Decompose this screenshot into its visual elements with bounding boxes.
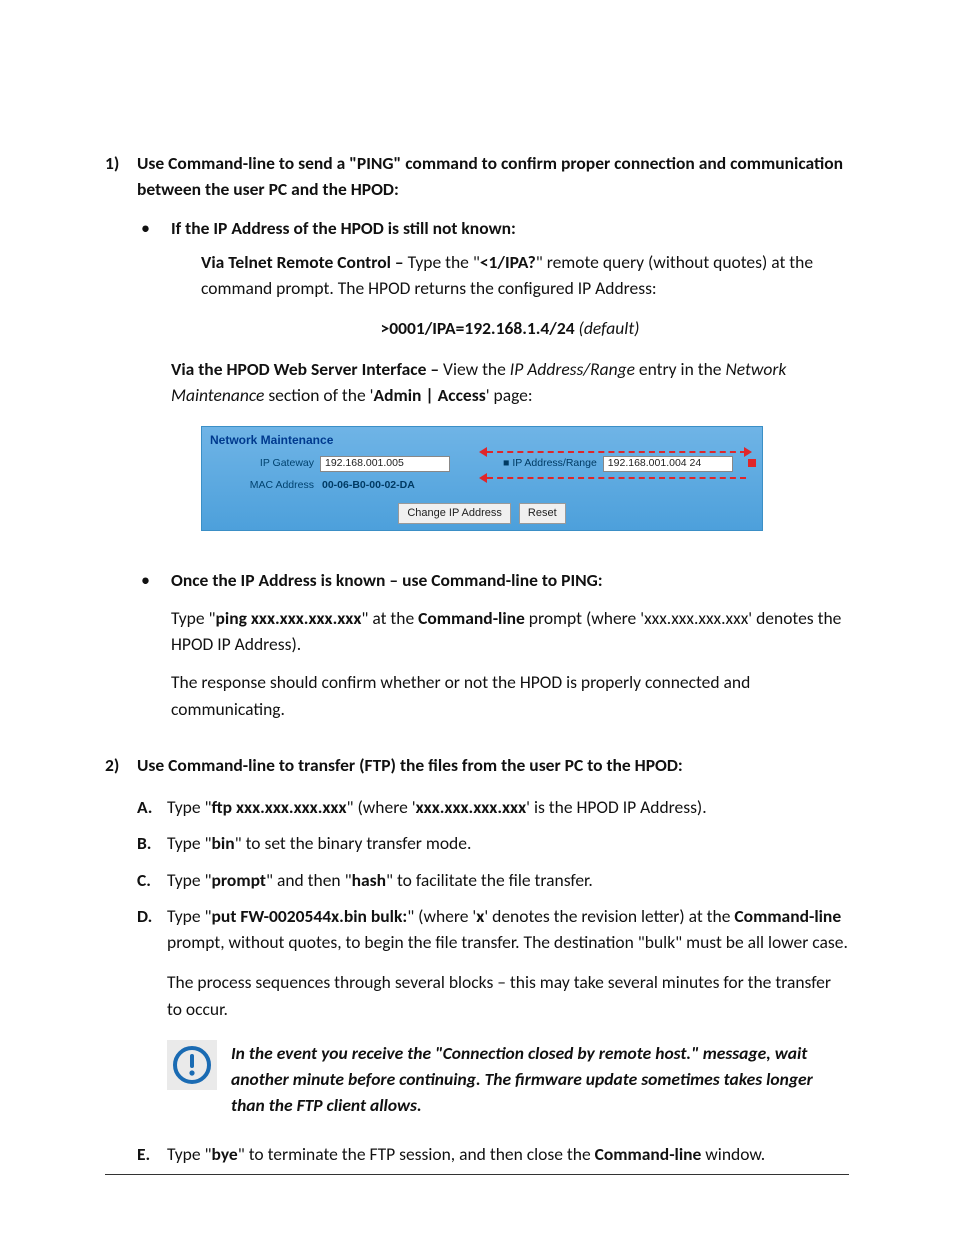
nm-ip-range-input[interactable]: 192.168.001.004 24 [603,456,733,472]
bullet-1-title: If the IP Address of the HPOD is still n… [171,215,849,241]
page-footer-rule [105,1174,849,1175]
bullet-icon: • [137,215,171,555]
step-2: 2) Use Command-line to transfer (FTP) th… [105,752,849,1177]
nm-mac-label: MAC Address [212,478,320,494]
substep-e: Type "bye" to terminate the FTP session,… [167,1141,849,1167]
highlight-border-icon [487,451,746,453]
telnet-response: >0001/IPA=192.168.1.4/24 (default) [171,315,849,341]
alert-icon [167,1040,217,1090]
step-2-heading: Use Command-line to transfer (FTP) the f… [137,752,849,778]
nm-ip-gateway-label: IP Gateway [212,456,320,472]
substep-b-marker: B. [137,830,167,856]
step-1-marker: 1) [105,150,137,734]
highlight-arrow-icon [479,447,487,457]
highlight-square-icon [748,459,756,467]
bullet-icon: • [137,567,171,722]
nm-mac-value: 00-06-B0-00-02-DA [320,478,415,494]
substep-d: Type "put FW-0020544x.bin bulk:" (where … [167,903,849,1022]
substep-a: Type "ftp xxx.xxx.xxx.xxx" (where 'xxx.x… [167,794,849,820]
step-1-heading: Use Command-line to send a "PING" comman… [137,150,849,203]
substep-a-marker: A. [137,794,167,820]
nm-ip-range-label: ■ IP Address/Range [487,456,603,472]
nm-ip-gateway-input[interactable]: 192.168.001.005 [320,456,450,472]
ping-paragraph-1: Type "ping xxx.xxx.xxx.xxx" at the Comma… [171,605,849,658]
substep-c: Type "prompt" and then "hash" to facilit… [167,867,849,893]
highlight-border-icon [487,477,746,479]
alert-text: In the event you receive the "Connection… [231,1040,849,1119]
reset-button[interactable]: Reset [519,503,566,524]
highlight-arrow-icon [744,447,752,457]
substep-b: Type "bin" to set the binary transfer mo… [167,830,849,856]
telnet-paragraph: Via Telnet Remote Control – Type the "<1… [201,249,849,302]
highlight-arrow-icon [479,473,487,483]
substep-e-marker: E. [137,1141,167,1167]
change-ip-button[interactable]: Change IP Address [398,503,511,524]
substep-d-marker: D. [137,903,167,1022]
bullet-2-title: Once the IP Address is known – use Comma… [171,567,849,593]
ping-paragraph-2: The response should confirm whether or n… [171,669,849,722]
network-maintenance-figure: Network Maintenance IP Gateway 192.168.0… [201,426,763,531]
step-2-marker: 2) [105,752,137,1177]
web-interface-paragraph: Via the HPOD Web Server Interface – View… [171,356,849,409]
substep-c-marker: C. [137,867,167,893]
substep-d-p2: The process sequences through several bl… [167,969,849,1022]
step-1: 1) Use Command-line to send a "PING" com… [105,150,849,734]
